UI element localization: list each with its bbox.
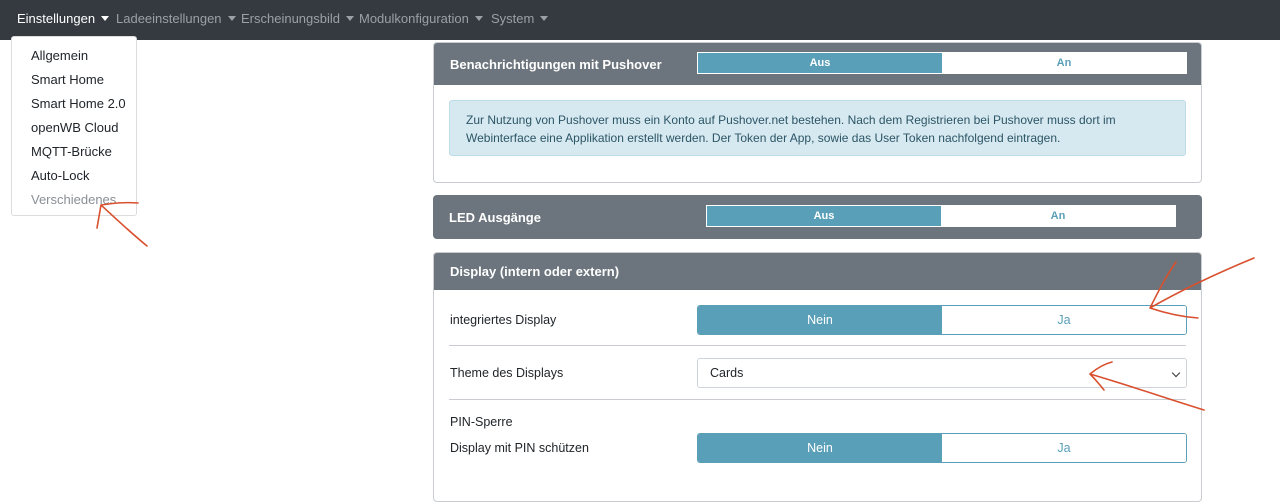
display-card: Display (intern oder extern) integrierte… bbox=[433, 252, 1202, 502]
divider bbox=[449, 345, 1186, 346]
pushover-info-alert: Zur Nutzung von Pushover muss ein Konto … bbox=[449, 100, 1186, 156]
led-toggle: Aus An bbox=[706, 205, 1176, 227]
divider bbox=[449, 399, 1186, 400]
led-card-header: LED Ausgänge Aus An bbox=[433, 195, 1202, 239]
pushover-toggle: Aus An bbox=[697, 52, 1187, 74]
integrated-display-label: integriertes Display bbox=[450, 313, 557, 327]
pushover-card-header: Benachrichtigungen mit Pushover Aus An bbox=[434, 43, 1201, 85]
settings-dropdown-menu: Allgemein Smart Home Smart Home 2.0 open… bbox=[11, 36, 137, 216]
nav-einstellungen-label: Einstellungen bbox=[17, 11, 96, 26]
menu-item-auto-lock[interactable]: Auto-Lock bbox=[31, 168, 90, 183]
display-theme-select[interactable]: Cards bbox=[697, 358, 1187, 388]
nav-erscheinungsbild-label: Erscheinungsbild bbox=[241, 11, 341, 26]
integrated-display-ja-button[interactable]: Ja bbox=[942, 306, 1186, 334]
nav-modulkonfiguration[interactable]: Modulkonfiguration bbox=[359, 11, 483, 26]
caret-down-icon bbox=[227, 16, 236, 21]
menu-item-verschiedenes[interactable]: Verschiedenes bbox=[31, 192, 116, 207]
led-on-button[interactable]: An bbox=[941, 206, 1175, 226]
top-navbar: Einstellungen Ladeeinstellungen Erschein… bbox=[0, 0, 1280, 40]
nav-system[interactable]: System bbox=[491, 11, 549, 26]
nav-erscheinungsbild[interactable]: Erscheinungsbild bbox=[241, 11, 355, 26]
pushover-off-button[interactable]: Aus bbox=[698, 53, 942, 73]
caret-down-icon bbox=[474, 16, 483, 21]
pin-protect-toggle: Nein Ja bbox=[697, 433, 1187, 463]
led-off-button[interactable]: Aus bbox=[707, 206, 941, 226]
nav-system-label: System bbox=[491, 11, 535, 26]
nav-einstellungen[interactable]: Einstellungen bbox=[17, 11, 110, 26]
caret-down-icon bbox=[346, 16, 355, 21]
led-title: LED Ausgänge bbox=[449, 210, 541, 225]
menu-item-allgemein[interactable]: Allgemein bbox=[31, 48, 88, 63]
integrated-display-toggle: Nein Ja bbox=[697, 305, 1187, 335]
pushover-title: Benachrichtigungen mit Pushover bbox=[450, 57, 662, 72]
menu-item-mqtt-bruecke[interactable]: MQTT-Brücke bbox=[31, 144, 112, 159]
menu-item-smart-home-2[interactable]: Smart Home 2.0 bbox=[31, 96, 126, 111]
display-theme-value: Cards bbox=[710, 366, 744, 380]
nav-ladeeinstellungen-label: Ladeeinstellungen bbox=[116, 11, 222, 26]
chevron-down-icon bbox=[1171, 368, 1181, 378]
caret-down-icon bbox=[101, 16, 110, 21]
pin-section-label: PIN-Sperre bbox=[450, 415, 513, 429]
pushover-on-button[interactable]: An bbox=[942, 53, 1186, 73]
pushover-card: Benachrichtigungen mit Pushover Aus An Z… bbox=[433, 42, 1202, 183]
pin-nein-button[interactable]: Nein bbox=[698, 434, 942, 462]
display-theme-label: Theme des Displays bbox=[450, 366, 564, 380]
pin-ja-button[interactable]: Ja bbox=[942, 434, 1186, 462]
display-title: Display (intern oder extern) bbox=[450, 264, 620, 279]
menu-item-openwb-cloud[interactable]: openWB Cloud bbox=[31, 120, 118, 135]
pin-protect-label: Display mit PIN schützen bbox=[450, 441, 589, 455]
nav-modulkonfiguration-label: Modulkonfiguration bbox=[359, 11, 469, 26]
nav-ladeeinstellungen[interactable]: Ladeeinstellungen bbox=[116, 11, 236, 26]
caret-down-icon bbox=[540, 16, 549, 21]
integrated-display-nein-button[interactable]: Nein bbox=[698, 306, 942, 334]
display-card-header: Display (intern oder extern) bbox=[434, 253, 1201, 290]
menu-item-smart-home[interactable]: Smart Home bbox=[31, 72, 104, 87]
led-card: LED Ausgänge Aus An bbox=[433, 195, 1202, 239]
